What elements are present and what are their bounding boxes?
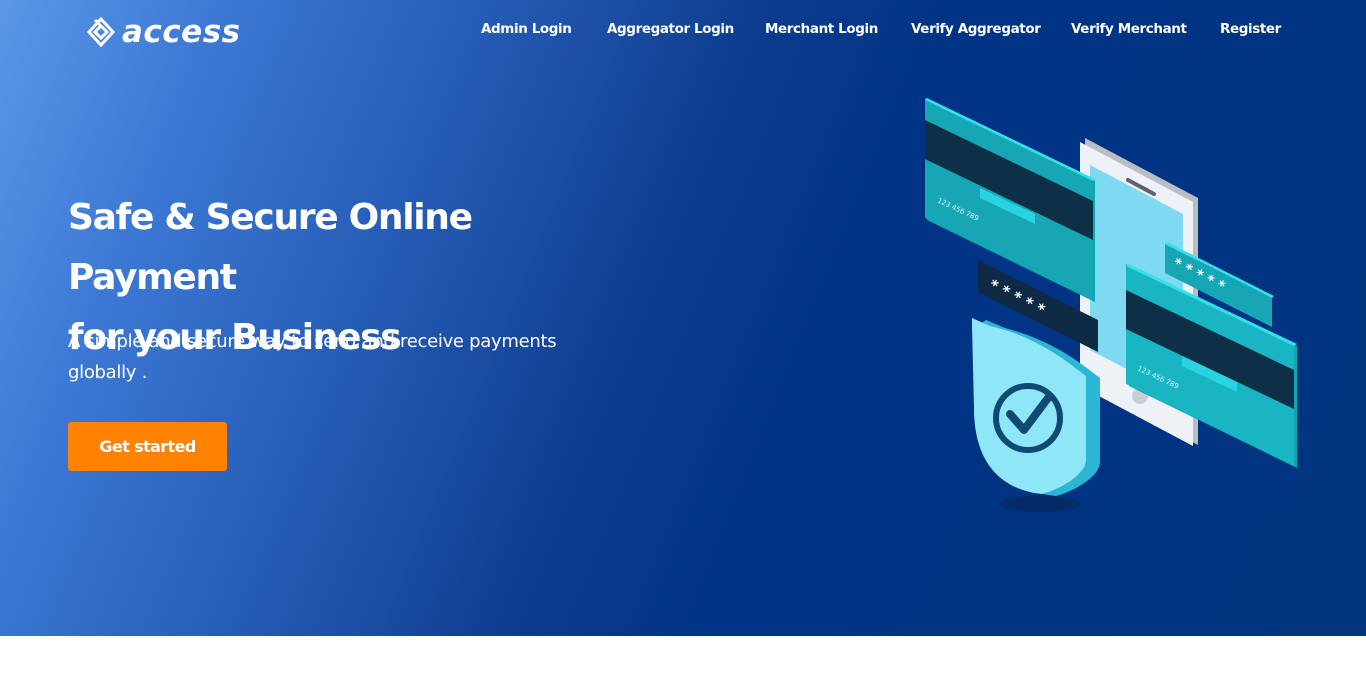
main-nav: Admin Login Aggregator Login Merchant Lo… xyxy=(0,21,1366,41)
nav-verify-merchant[interactable]: Verify Merchant xyxy=(1071,21,1187,37)
hero-section: access Admin Login Aggregator Login Merc… xyxy=(0,0,1366,636)
page-below-hero xyxy=(0,636,1366,695)
nav-merchant-login[interactable]: Merchant Login xyxy=(765,21,878,37)
nav-register[interactable]: Register xyxy=(1220,21,1281,37)
credit-card-back-icon: 123 456 789 xyxy=(925,98,1095,302)
nav-admin-login[interactable]: Admin Login xyxy=(481,21,572,37)
get-started-button[interactable]: Get started xyxy=(68,422,227,471)
hero-headline-line1: Safe & Secure Online Payment xyxy=(68,197,473,298)
nav-verify-aggregator[interactable]: Verify Aggregator xyxy=(911,21,1041,37)
nav-aggregator-login[interactable]: Aggregator Login xyxy=(607,21,734,37)
secure-payment-illustration: 123 456 789 * * * * * * * * * * 123 456 … xyxy=(925,98,1297,512)
hero-subtext: A simple and secure way to send and rece… xyxy=(68,331,557,383)
